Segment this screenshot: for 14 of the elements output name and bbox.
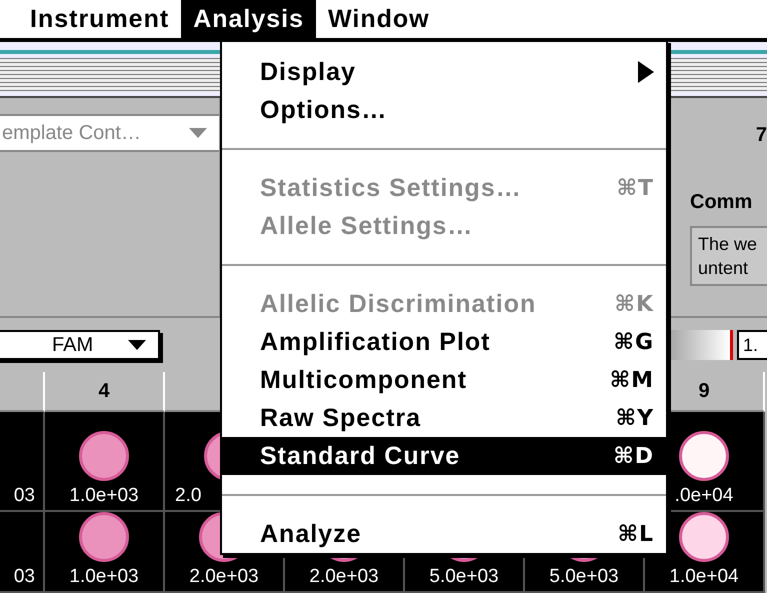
well-label: 1.0e+04 [669, 566, 739, 588]
value-label: 7 [756, 124, 767, 147]
well-label: 03 [14, 485, 35, 507]
well-label: .0e+04 [674, 485, 734, 507]
comments-label: Comm [690, 191, 754, 214]
well-label: 5.0e+03 [429, 566, 499, 588]
well-label: 1.0e+03 [69, 485, 139, 507]
well-label: 1.0e+03 [69, 566, 139, 588]
well-label: 2.0 [175, 485, 202, 507]
well-label: 2.0e+03 [189, 566, 259, 588]
column-header: 4 [45, 372, 165, 412]
well-label: 03 [14, 566, 35, 588]
well-label: 5.0e+03 [549, 566, 619, 588]
well-label: 2.0e+03 [309, 566, 379, 588]
